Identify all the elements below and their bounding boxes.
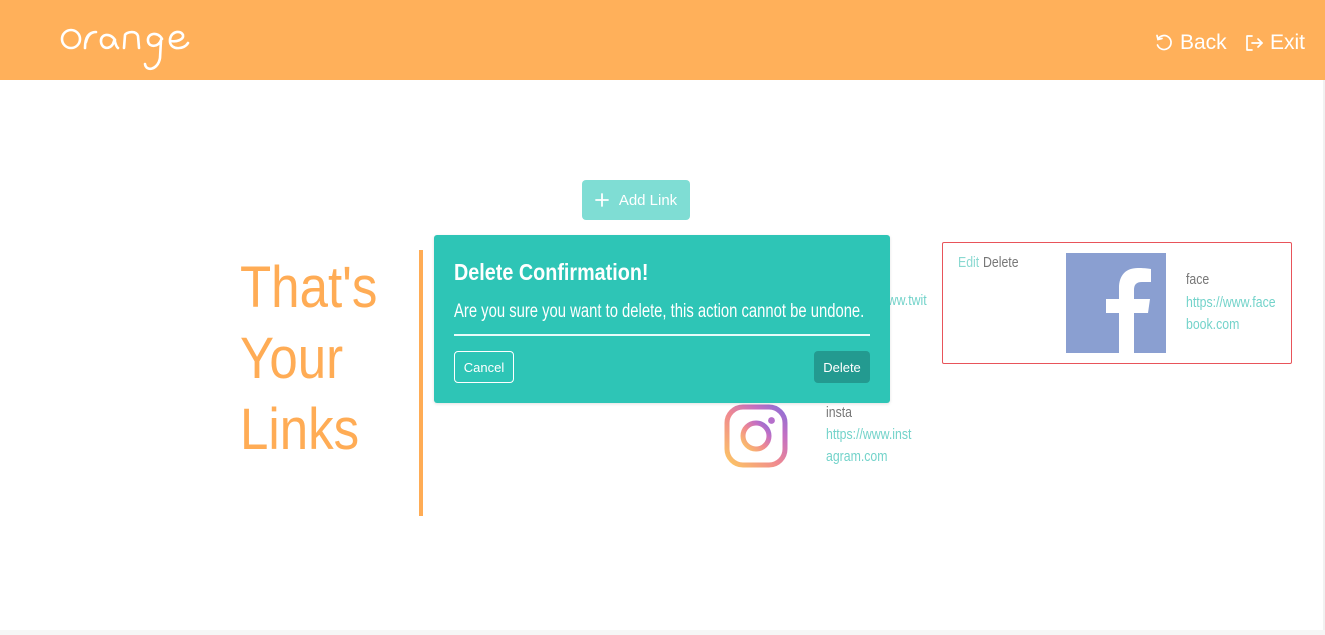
confirm-delete-button[interactable]: Delete bbox=[814, 351, 870, 383]
heading-line: Your bbox=[240, 326, 344, 391]
heading-line: That's bbox=[240, 255, 378, 320]
facebook-icon[interactable] bbox=[1066, 253, 1166, 353]
footer-strip bbox=[0, 630, 1325, 635]
cancel-button[interactable]: Cancel bbox=[454, 351, 514, 383]
heading-line: Links bbox=[240, 397, 360, 462]
undo-icon bbox=[1156, 34, 1172, 51]
instagram-link-name: insta bbox=[826, 404, 852, 421]
dialog-divider bbox=[454, 334, 870, 336]
edit-link-button[interactable]: Edit bbox=[958, 254, 979, 271]
add-link-label: Add Link bbox=[618, 191, 678, 209]
instagram-icon[interactable] bbox=[724, 404, 788, 468]
back-button[interactable]: Back bbox=[1154, 28, 1227, 58]
top-navigation-bar: Back Exit bbox=[0, 0, 1325, 80]
exit-icon bbox=[1246, 35, 1263, 51]
exit-button[interactable]: Exit bbox=[1244, 28, 1305, 58]
plus-icon bbox=[594, 193, 609, 207]
exit-label: Exit bbox=[1270, 31, 1306, 54]
heading-divider bbox=[419, 250, 423, 516]
delete-confirmation-dialog: Delete Confirmation! Are you sure you wa… bbox=[434, 235, 890, 403]
add-link-button[interactable]: Add Link bbox=[582, 180, 690, 220]
dialog-title: Delete Confirmation! bbox=[454, 259, 649, 285]
instagram-link-url[interactable]: https://www.instagram.com bbox=[826, 424, 916, 468]
facebook-link-name: face bbox=[1186, 271, 1210, 288]
page-heading: That's Your Links bbox=[240, 252, 394, 465]
back-label: Back bbox=[1180, 31, 1227, 54]
facebook-link-url[interactable]: https://www.facebook.com bbox=[1186, 292, 1276, 336]
delete-link-button[interactable]: Delete bbox=[983, 254, 1019, 271]
orange-logo[interactable] bbox=[58, 10, 208, 80]
dialog-message: Are you sure you want to delete, this ac… bbox=[454, 301, 865, 322]
